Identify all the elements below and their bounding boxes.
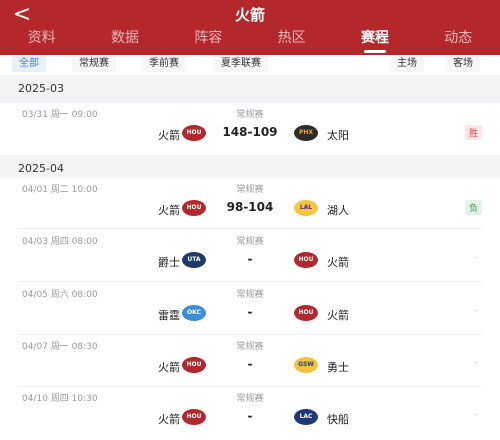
team-right-name: 湖人: [327, 204, 349, 217]
result-badge: 胜: [464, 125, 482, 140]
game-type: 常规赛: [236, 110, 264, 120]
game-score: -: [247, 357, 253, 371]
game-row[interactable]: 04/05 周六 08:00 常规赛 雷霆 OKC - HOU 火箭 -: [0, 283, 500, 333]
result-badge: -: [474, 306, 478, 316]
page-title: 火箭: [234, 6, 265, 24]
filter-home[interactable]: 主场: [390, 56, 424, 72]
filter-preseason[interactable]: 季前赛: [142, 56, 186, 72]
game-score: -: [247, 409, 253, 423]
game-score: 148-109: [222, 125, 278, 139]
game-row[interactable]: 04/01 周二 10:00 常规赛 火箭 HOU 98-104 LAL 湖人 …: [0, 178, 500, 228]
clippers-logo-icon: LAC: [294, 409, 318, 425]
row-divider: [18, 228, 482, 229]
team-right-name: 太阳: [327, 129, 349, 142]
game-score: -: [247, 252, 253, 266]
result-badge: -: [474, 253, 478, 263]
team-left-name: 火箭: [158, 129, 180, 142]
result-badge: 负: [464, 200, 482, 215]
app-header: < 火箭 资料 数据 阵容 热区 赛程 动态: [0, 0, 500, 55]
row-divider: [18, 281, 482, 282]
filter-away[interactable]: 客场: [446, 56, 480, 72]
result-badge: -: [474, 410, 478, 420]
result-badge: -: [474, 358, 478, 368]
tab-roster[interactable]: 阵容: [167, 29, 250, 55]
filter-all[interactable]: 全部: [12, 56, 46, 72]
team-right-name: 火箭: [327, 309, 349, 322]
team-left-name: 雷霆: [158, 309, 180, 322]
team-right-name: 火箭: [327, 256, 349, 269]
game-row[interactable]: 04/10 周四 10:30 常规赛 火箭 HOU - LAC 快船 -: [0, 387, 500, 437]
team-left-name: 火箭: [158, 361, 180, 374]
team-left-name: 火箭: [158, 204, 180, 217]
game-type: 常规赛: [236, 185, 264, 195]
game-type: 常规赛: [236, 342, 264, 352]
game-row[interactable]: 04/03 周四 08:00 常规赛 爵士 UTA - HOU 火箭 -: [0, 230, 500, 280]
game-type: 常规赛: [236, 290, 264, 300]
rockets-logo-icon: HOU: [294, 252, 318, 268]
game-score: -: [247, 305, 253, 319]
game-type: 常规赛: [236, 237, 264, 247]
lakers-logo-icon: LAL: [294, 200, 318, 216]
tab-profile[interactable]: 资料: [0, 29, 83, 55]
rockets-logo-icon: HOU: [294, 305, 318, 321]
team-right-name: 快船: [327, 413, 349, 426]
team-right-name: 勇士: [327, 361, 349, 374]
suns-logo-icon: PHX: [294, 125, 318, 141]
warriors-logo-icon: GSW: [294, 357, 318, 373]
game-score: 98-104: [226, 200, 274, 214]
game-type: 常规赛: [236, 394, 264, 404]
tab-news[interactable]: 动态: [417, 29, 500, 55]
tab-hotzone[interactable]: 热区: [250, 29, 333, 55]
team-left-name: 爵士: [158, 256, 180, 269]
team-left-name: 火箭: [158, 413, 180, 426]
tab-schedule[interactable]: 赛程: [333, 29, 416, 55]
filter-bar: 全部 常规赛 季前赛 夏季联赛 主场 客场: [0, 55, 500, 75]
month-header: 2025-03: [0, 75, 500, 103]
filter-summer-league[interactable]: 夏季联赛: [214, 56, 268, 72]
game-row[interactable]: 04/07 周一 08:30 常规赛 火箭 HOU - GSW 勇士 -: [0, 335, 500, 385]
game-row[interactable]: 03/31 周一 09:00 常规赛 火箭 HOU 148-109 PHX 太阳…: [0, 103, 500, 153]
tab-stats[interactable]: 数据: [83, 29, 166, 55]
filter-regular-season[interactable]: 常规赛: [72, 56, 116, 72]
tab-bar: 资料 数据 阵容 热区 赛程 动态: [0, 29, 500, 55]
